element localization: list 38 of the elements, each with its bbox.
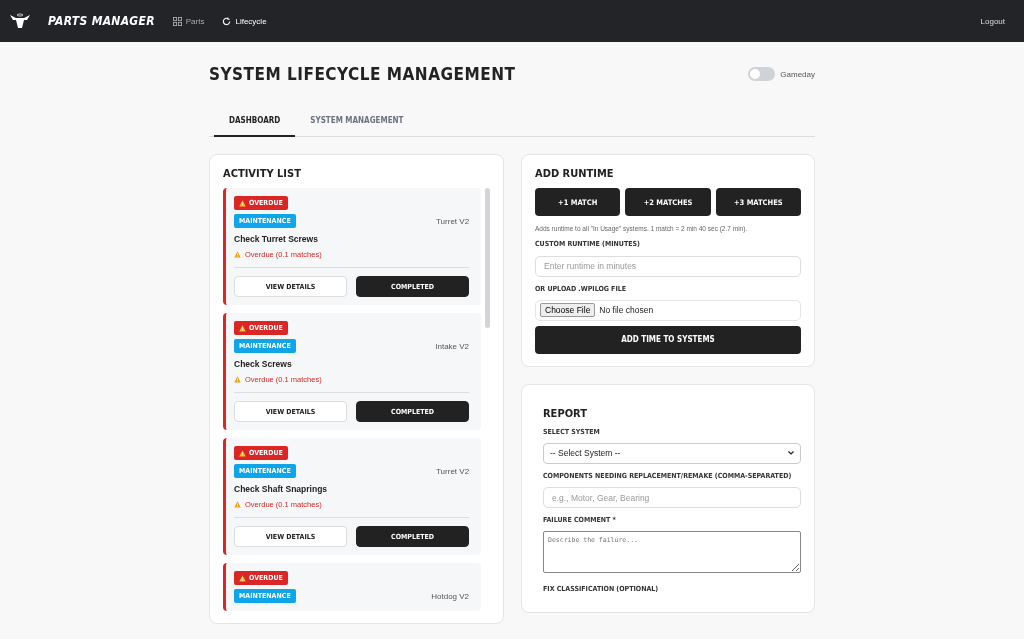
- tab[interactable]: DASHBOARD: [214, 108, 296, 137]
- system-name: Intake V2: [435, 341, 470, 351]
- system-select[interactable]: -- Select System --: [543, 442, 801, 464]
- warning-icon: [234, 251, 241, 258]
- system-name: Turret V2: [436, 216, 470, 226]
- warning-icon: [239, 449, 246, 457]
- file-status: No file chosen: [599, 305, 654, 315]
- card-title: REPORT: [543, 406, 588, 420]
- task-name: Check Screws: [234, 359, 293, 369]
- logout-link[interactable]: Logout: [980, 16, 1014, 26]
- card-title: ACTIVITY LIST: [223, 167, 302, 180]
- nav-link[interactable]: Lifecycle: [222, 16, 267, 26]
- warning-icon: [234, 376, 241, 383]
- choose-file-button[interactable]: Choose File: [540, 303, 596, 317]
- warning-icon: [239, 324, 246, 332]
- system-name: Hotdog V2: [431, 591, 470, 601]
- grid-icon: [172, 16, 182, 26]
- toggle-label: Gameday: [780, 69, 815, 79]
- card-title: ADD RUNTIME: [535, 167, 615, 180]
- brand-name: PARTS MANAGER: [48, 14, 155, 28]
- warning-icon: [239, 199, 246, 207]
- page-title: SYSTEM LIFECYCLE MANAGEMENT: [209, 64, 516, 84]
- refresh-icon: [222, 16, 232, 26]
- nav-link[interactable]: Parts: [172, 16, 205, 26]
- system-name: Turret V2: [436, 466, 470, 476]
- gameday-toggle[interactable]: [748, 67, 776, 81]
- scrollbar[interactable]: [485, 188, 490, 328]
- warning-icon: [239, 574, 246, 582]
- runtime-input[interactable]: Enter runtime in minutes: [535, 255, 801, 277]
- tab[interactable]: SYSTEM MANAGEMENT: [295, 108, 419, 137]
- file-field[interactable]: Choose File No file chosen: [535, 299, 801, 321]
- chevron-down-icon: [788, 451, 794, 455]
- task-name: Check Shaft Snaprings: [234, 484, 329, 494]
- task-name: Check Turret Screws: [234, 234, 319, 244]
- add-time-button[interactable]: ADD TIME TO SYSTEMS: [535, 325, 801, 354]
- warning-icon: [234, 501, 241, 508]
- components-input[interactable]: e.g., Motor, Gear, Bearing: [543, 487, 801, 508]
- bull-logo-icon: [10, 13, 30, 29]
